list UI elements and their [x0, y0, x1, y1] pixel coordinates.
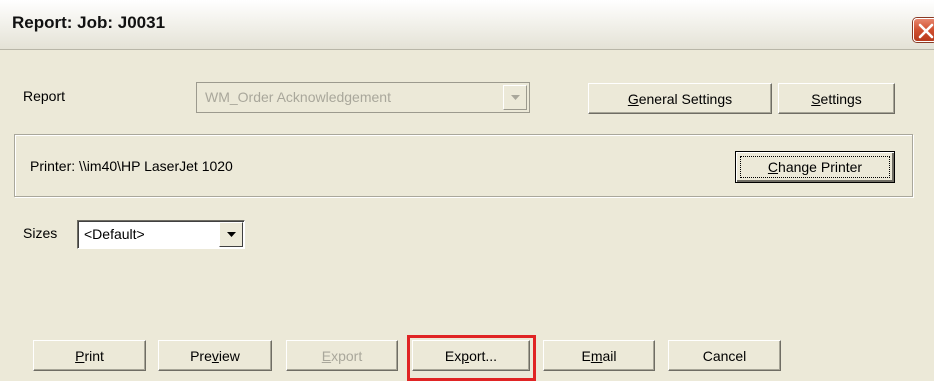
chevron-down-icon: [511, 95, 520, 100]
settings-button[interactable]: Settings: [778, 83, 895, 114]
settings-accel: S: [811, 90, 821, 107]
change-printer-button[interactable]: Change Printer: [735, 151, 895, 183]
print-label: rint: [84, 347, 104, 364]
email-label-post: ail: [602, 347, 617, 364]
general-settings-label: eneral Settings: [638, 90, 733, 107]
export-dialog-label-pre: Ex: [444, 347, 462, 364]
settings-label: ettings: [820, 90, 862, 107]
email-accel: m: [590, 347, 603, 364]
preview-label-post: iew: [218, 347, 240, 364]
cancel-button[interactable]: Cancel: [668, 340, 781, 371]
export-dialog-button[interactable]: Export...: [412, 340, 530, 371]
general-settings-button[interactable]: General Settings: [588, 83, 772, 114]
chevron-down-icon: [227, 232, 236, 237]
preview-button[interactable]: Preview: [158, 340, 272, 371]
preview-label-pre: Pre: [190, 347, 212, 364]
printer-text: Printer: \\im40\HP LaserJet 1020: [30, 158, 233, 174]
preview-accel: v: [211, 347, 219, 364]
export-dialog-accel: p: [461, 347, 470, 364]
report-select-value: WM_Order Acknowledgement: [205, 89, 391, 105]
email-label-pre: E: [581, 347, 591, 364]
close-button[interactable]: [913, 18, 934, 42]
export-disabled-button[interactable]: Export: [286, 340, 398, 371]
report-dialog: Report: Job: J0031 Report WM_Order Ackno…: [0, 0, 934, 381]
report-select-dropdown-button[interactable]: [503, 85, 527, 110]
general-settings-accel: G: [627, 90, 639, 107]
email-button[interactable]: Email: [543, 340, 655, 371]
close-x-icon: [918, 23, 934, 39]
focus-rectangle: [740, 156, 890, 178]
sizes-select[interactable]: <Default>: [77, 220, 245, 249]
sizes-select-value: <Default>: [84, 226, 145, 242]
export-disabled-accel: E: [321, 347, 332, 364]
export-disabled-label: xport: [331, 347, 363, 364]
report-select[interactable]: WM_Order Acknowledgement: [196, 82, 530, 113]
export-dialog-label-post: ort...: [469, 347, 498, 364]
sizes-select-dropdown-button[interactable]: [219, 222, 243, 247]
window-title: Report: Job: J0031: [12, 13, 166, 32]
title-bar[interactable]: Report: Job: J0031: [0, 0, 934, 50]
print-button[interactable]: Print: [33, 340, 146, 371]
report-label: Report: [23, 88, 66, 104]
sizes-label: Sizes: [23, 225, 58, 241]
